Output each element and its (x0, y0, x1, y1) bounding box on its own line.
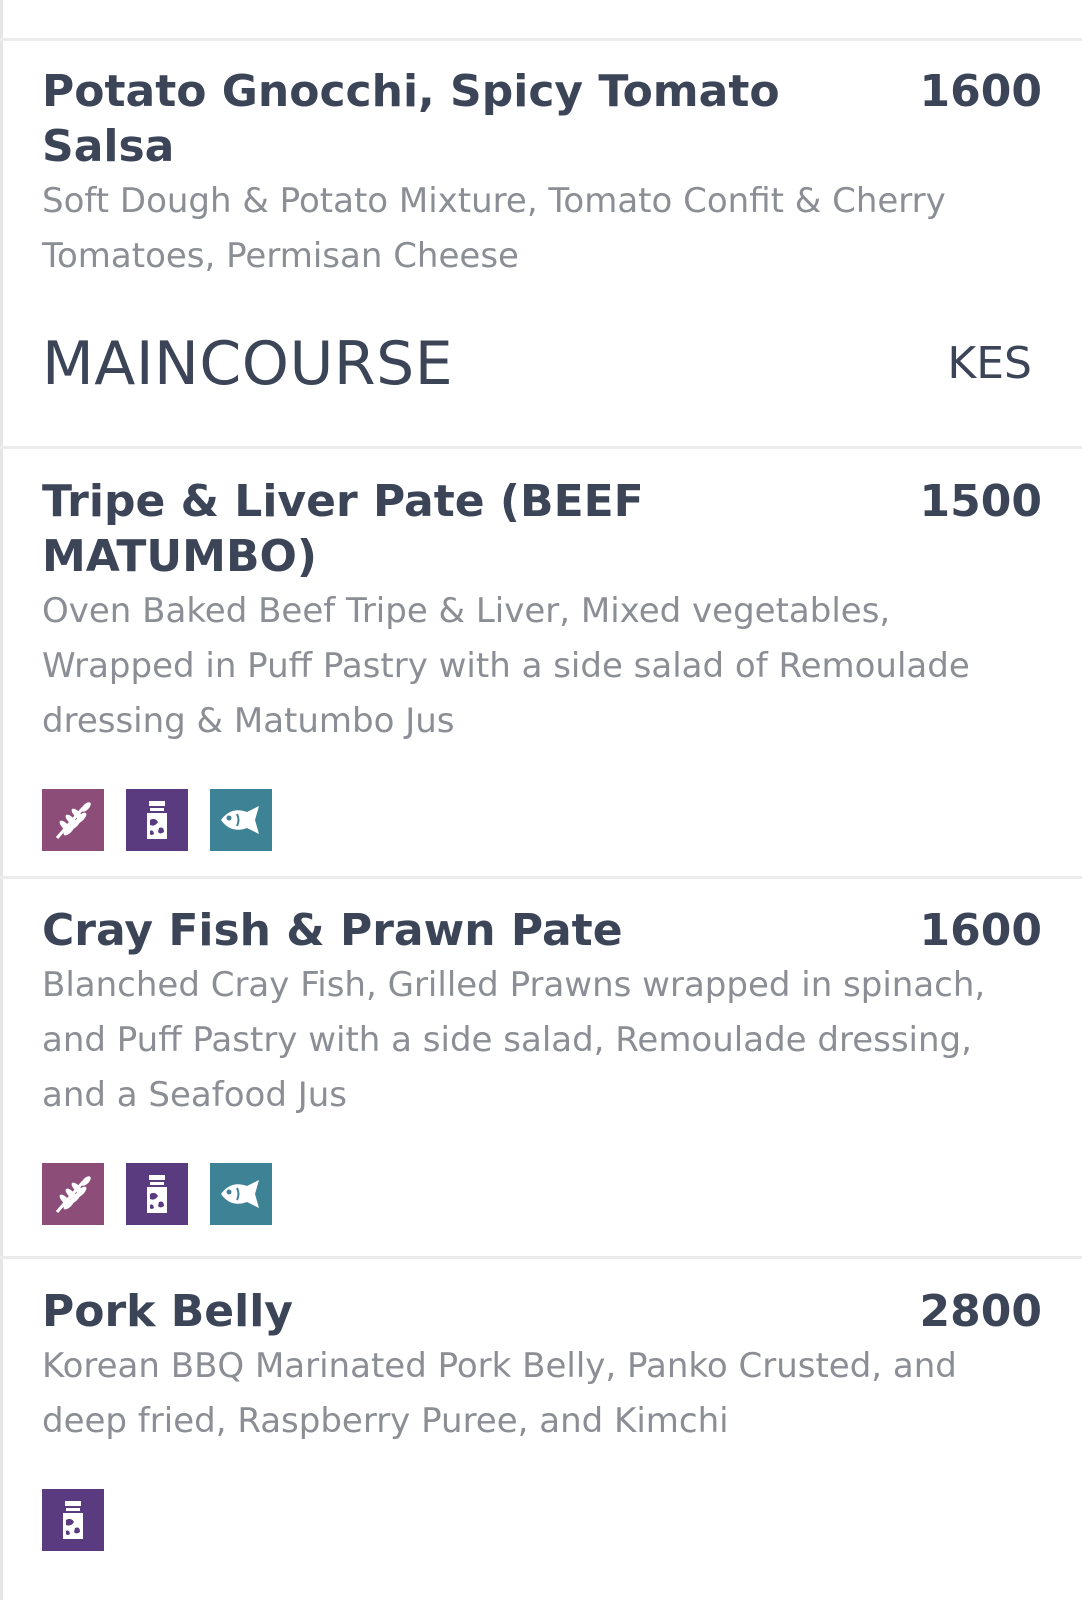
menu-item-price: 2800 (919, 1286, 1042, 1337)
dairy-icon[interactable] (126, 789, 188, 851)
section-header: MAINCOURSE KES (42, 326, 1032, 406)
menu-item-name: Cray Fish & Prawn Pate (42, 905, 623, 956)
section-title: MAINCOURSE (42, 329, 454, 399)
allergen-icons (42, 1489, 1042, 1551)
gluten-icon[interactable] (42, 1163, 104, 1225)
divider (0, 446, 1082, 449)
menu-item-price: 1600 (919, 66, 1042, 117)
menu-item-header: Pork Belly 2800 (42, 1284, 1042, 1339)
dairy-icon[interactable] (42, 1489, 104, 1551)
menu-item-price: 1600 (919, 905, 1042, 956)
section-currency: KES (947, 338, 1032, 389)
menu-item[interactable]: Potato Gnocchi, Spicy Tomato Salsa 1600 … (42, 64, 1042, 284)
menu-item-description: Oven Baked Beef Tripe & Liver, Mixed veg… (42, 591, 970, 741)
menu-item[interactable]: Pork Belly 2800 Korean BBQ Marinated Por… (42, 1284, 1042, 1551)
allergen-icons (42, 789, 1042, 851)
fish-icon[interactable] (210, 789, 272, 851)
menu-item[interactable]: Cray Fish & Prawn Pate 1600 Blanched Cra… (42, 903, 1042, 1225)
divider (0, 1256, 1082, 1259)
menu-item-name: Potato Gnocchi, Spicy Tomato Salsa (42, 66, 780, 172)
divider (0, 876, 1082, 879)
menu-item-header: Potato Gnocchi, Spicy Tomato Salsa 1600 (42, 64, 1042, 174)
gluten-icon[interactable] (42, 789, 104, 851)
menu-item-header: Tripe & Liver Pate (BEEF MATUMBO) 1500 (42, 474, 1042, 584)
fish-icon[interactable] (210, 1163, 272, 1225)
menu-item-description: Korean BBQ Marinated Pork Belly, Panko C… (42, 1346, 957, 1441)
menu-item-name: Tripe & Liver Pate (BEEF MATUMBO) (42, 476, 644, 582)
dairy-icon[interactable] (126, 1163, 188, 1225)
menu-item[interactable]: Tripe & Liver Pate (BEEF MATUMBO) 1500 O… (42, 474, 1042, 851)
menu-item-description: Soft Dough & Potato Mixture, Tomato Conf… (42, 181, 946, 276)
menu-item-name: Pork Belly (42, 1286, 293, 1337)
menu-item-description: Blanched Cray Fish, Grilled Prawns wrapp… (42, 965, 986, 1115)
menu-item-header: Cray Fish & Prawn Pate 1600 (42, 903, 1042, 958)
left-edge-border (0, 0, 3, 1600)
allergen-icons (42, 1163, 1042, 1225)
divider (0, 38, 1082, 41)
menu-item-price: 1500 (919, 476, 1042, 527)
